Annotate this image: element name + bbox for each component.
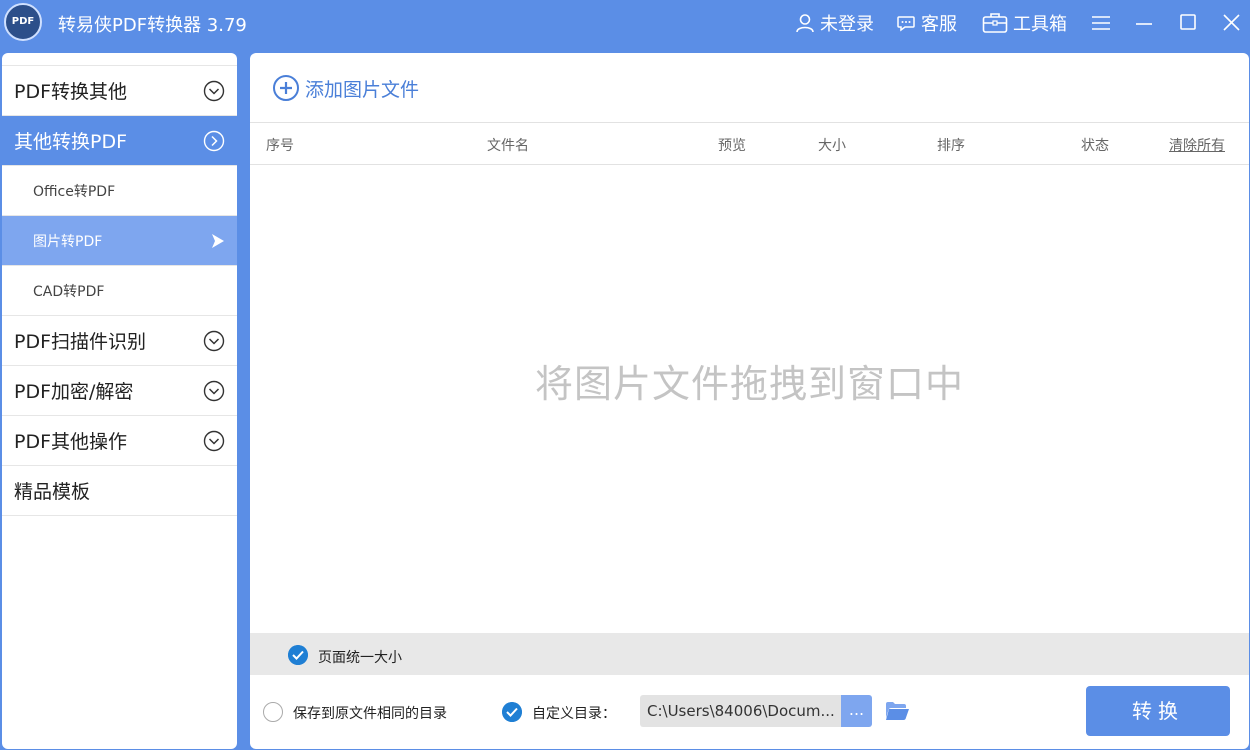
app-title: 转易侠PDF转换器 3.79 xyxy=(58,15,247,36)
login-button[interactable]: 未登录 xyxy=(795,11,874,35)
sidebar-sub-image-to-pdf[interactable]: 图片转PDF xyxy=(2,216,237,266)
column-status: 状态 xyxy=(1081,138,1109,154)
chevron-right-icon xyxy=(203,130,225,152)
open-folder-icon[interactable] xyxy=(884,699,910,723)
custom-dir-checkbox[interactable] xyxy=(502,702,522,722)
sidebar-spacer xyxy=(2,53,237,66)
same-dir-label: 保存到原文件相同的目录 xyxy=(293,706,447,722)
sidebar-sub-cad-to-pdf[interactable]: CAD转PDF xyxy=(2,266,237,316)
maximize-icon[interactable] xyxy=(1175,10,1201,36)
custom-dir-label: 自定义目录： xyxy=(532,706,616,722)
uniform-size-label: 页面统一大小 xyxy=(318,650,402,666)
chevron-down-icon xyxy=(203,430,225,452)
chevron-down-icon xyxy=(203,80,225,102)
sidebar-item-label: 精品模板 xyxy=(14,481,91,503)
menu-icon[interactable] xyxy=(1088,10,1114,36)
column-index: 序号 xyxy=(266,138,294,154)
convert-button[interactable]: 转换 xyxy=(1086,686,1230,736)
sidebar-item-label: PDF加密/解密 xyxy=(14,381,134,403)
sidebar-sub-office-to-pdf[interactable]: Office转PDF xyxy=(2,166,237,216)
add-image-file-label: 添加图片文件 xyxy=(305,78,420,101)
sidebar-item-label: PDF转换其他 xyxy=(14,81,128,103)
sidebar-item-label: PDF扫描件识别 xyxy=(14,331,147,353)
user-icon xyxy=(796,14,814,33)
file-table-header: 序号 文件名 预览 大小 排序 状态 清除所有 xyxy=(250,122,1249,165)
clear-all-link[interactable]: 清除所有 xyxy=(1169,135,1225,155)
title-bar: PDF 转易侠PDF转换器 3.79 未登录 客服 工具箱 xyxy=(0,0,1250,46)
sidebar-item-pdf-to-other[interactable]: PDF转换其他 xyxy=(2,66,237,116)
toolbox-button[interactable]: 工具箱 xyxy=(982,11,1067,35)
arrow-right-icon xyxy=(212,234,224,248)
app-logo-text: PDF xyxy=(11,16,35,27)
sidebar-item-templates[interactable]: 精品模板 xyxy=(2,466,237,516)
column-preview: 预览 xyxy=(718,138,746,154)
column-order: 排序 xyxy=(937,138,965,154)
column-filename: 文件名 xyxy=(487,138,529,154)
toolbox-label: 工具箱 xyxy=(1013,14,1067,35)
output-path-field[interactable]: C:\Users\84006\Docum... xyxy=(640,695,842,727)
chat-bubble-icon xyxy=(897,16,915,32)
sidebar-sub-label: CAD转PDF xyxy=(33,283,105,300)
main-panel: 添加图片文件 序号 文件名 预览 大小 排序 状态 清除所有 将图片文件拖拽到窗… xyxy=(250,53,1249,749)
toolbox-icon xyxy=(982,13,1008,33)
sidebar: PDF转换其他 其他转换PDF Office转PDF 图片转PDF CAD转PD… xyxy=(2,53,237,749)
login-label: 未登录 xyxy=(820,14,874,35)
uniform-size-checkbox[interactable] xyxy=(288,645,308,665)
add-image-file-button[interactable]: 添加图片文件 xyxy=(272,73,419,103)
column-size: 大小 xyxy=(818,138,846,154)
drop-zone-hint: 将图片文件拖拽到窗口中 xyxy=(534,362,964,406)
close-icon[interactable] xyxy=(1218,10,1244,36)
sidebar-item-label: 其他转换PDF xyxy=(14,131,128,153)
sidebar-item-pdf-encrypt[interactable]: PDF加密/解密 xyxy=(2,366,237,416)
minimize-icon[interactable] xyxy=(1131,10,1157,36)
service-button[interactable]: 客服 xyxy=(896,11,957,35)
service-label: 客服 xyxy=(921,14,957,35)
plus-circle-icon xyxy=(273,75,299,101)
chevron-down-icon xyxy=(203,380,225,402)
browse-button[interactable]: ... xyxy=(841,695,872,727)
sidebar-item-pdf-scan-ocr[interactable]: PDF扫描件识别 xyxy=(2,316,237,366)
sidebar-item-other-to-pdf[interactable]: 其他转换PDF xyxy=(2,116,237,166)
options-bar: 页面统一大小 xyxy=(250,633,1249,675)
chevron-down-icon xyxy=(203,330,225,352)
sidebar-item-pdf-other-ops[interactable]: PDF其他操作 xyxy=(2,416,237,466)
sidebar-item-label: PDF其他操作 xyxy=(14,431,128,453)
app-logo: PDF xyxy=(4,3,42,41)
sidebar-sub-label: 图片转PDF xyxy=(33,233,103,250)
sidebar-sub-label: Office转PDF xyxy=(33,183,116,200)
same-dir-radio[interactable] xyxy=(263,702,283,722)
